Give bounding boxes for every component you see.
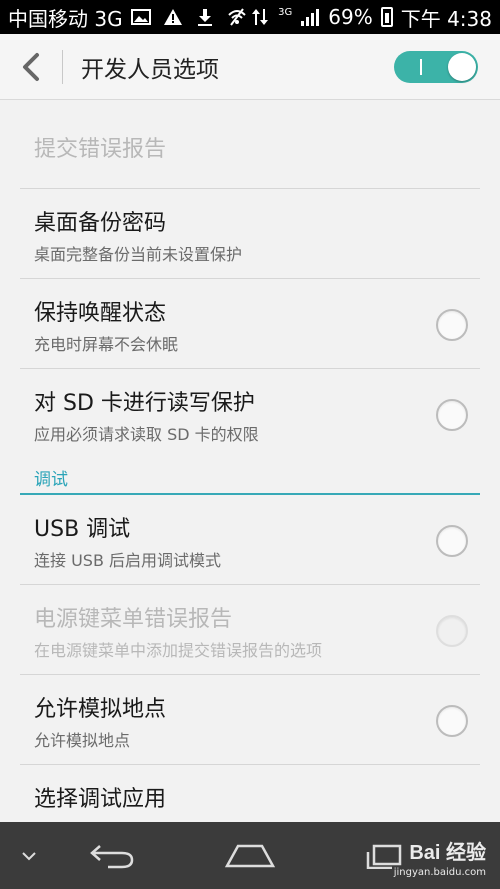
no-wifi-icon [227,7,247,27]
hide-nav-button[interactable] [12,822,46,889]
action-bar: 开发人员选项 [0,34,500,100]
battery-percent: 69% [328,5,373,29]
item-subtitle: 允许模拟地点 [34,731,131,750]
watermark: Bai 经验 jingyan.baidu.com [394,836,486,878]
sd-protect-checkbox[interactable] [436,399,468,431]
item-title: 对 SD 卡进行读写保护 [34,391,255,416]
item-subtitle: 连接 USB 后启用调试模式 [34,551,222,570]
home-nav-button[interactable] [218,822,282,889]
chevron-down-icon [22,851,36,860]
carrier-label: 中国移动 3G [8,6,123,31]
list-item-backup-password[interactable]: 桌面备份密码 桌面完整备份当前未设置保护 [20,189,480,279]
back-nav-icon [90,844,134,868]
mock-locations-checkbox[interactable] [436,705,468,737]
list-item-power-menu-bug-report[interactable]: 电源键菜单错误报告 在电源键菜单中添加提交错误报告的选项 [20,585,480,675]
section-header-debug: 调试 [20,459,480,495]
section-title: 调试 [34,470,68,490]
list-item-select-debug-app[interactable]: 选择调试应用 [20,765,480,822]
page-title: 开发人员选项 [81,56,219,83]
item-subtitle: 充电时屏幕不会休眠 [34,335,179,354]
toggle-on-mark [420,58,422,75]
list-item-mock-locations[interactable]: 允许模拟地点 允许模拟地点 [20,675,480,765]
notification-icons [130,7,247,27]
battery-icon [380,7,393,27]
status-right: 3G 69% 下午 4:38 [250,3,492,32]
item-subtitle: 应用必须请求读取 SD 卡的权限 [34,425,259,444]
header-divider [62,49,63,84]
warning-icon [163,7,183,27]
item-title: 提交错误报告 [34,137,167,162]
list-item-bug-report[interactable]: 提交错误报告 [20,101,480,189]
stay-awake-checkbox[interactable] [436,309,468,341]
item-title: 电源键菜单错误报告 [34,607,233,632]
image-icon [130,7,151,27]
navigation-bar: Bai 经验 jingyan.baidu.com [0,822,500,889]
settings-list: 提交错误报告 桌面备份密码 桌面完整备份当前未设置保护 保持唤醒状态 充电时屏幕… [0,101,500,822]
item-title: 允许模拟地点 [34,697,167,722]
list-item-stay-awake[interactable]: 保持唤醒状态 充电时屏幕不会休眠 [20,279,480,369]
watermark-url: jingyan.baidu.com [393,867,486,878]
data-transfer-icon [250,7,270,27]
power-menu-bug-report-checkbox[interactable] [436,615,468,647]
download-icon [195,7,215,27]
item-subtitle: 桌面完整备份当前未设置保护 [34,245,243,264]
clock: 下午 4:38 [400,6,492,31]
item-title: 选择调试应用 [34,787,167,812]
developer-options-toggle[interactable] [394,50,478,83]
back-button[interactable] [0,34,62,100]
list-item-sd-card-protection[interactable]: 对 SD 卡进行读写保护 应用必须请求读取 SD 卡的权限 [20,369,480,459]
status-bar: 中国移动 3G 3G 69% 下午 4:38 [0,0,500,34]
back-arrow-icon [23,52,39,81]
home-icon [224,844,276,867]
network-type-label: 3G [278,6,293,18]
item-subtitle: 在电源键菜单中添加提交错误报告的选项 [34,641,323,660]
item-title: 保持唤醒状态 [34,301,167,326]
item-title: USB 调试 [34,517,131,542]
list-item-usb-debugging[interactable]: USB 调试 连接 USB 后启用调试模式 [20,495,480,585]
back-nav-button[interactable] [80,822,144,889]
usb-debugging-checkbox[interactable] [436,525,468,557]
watermark-brand: Bai 经验 [409,842,486,864]
toggle-knob [448,52,476,81]
signal-icon [300,7,320,27]
item-title: 桌面备份密码 [34,211,167,236]
